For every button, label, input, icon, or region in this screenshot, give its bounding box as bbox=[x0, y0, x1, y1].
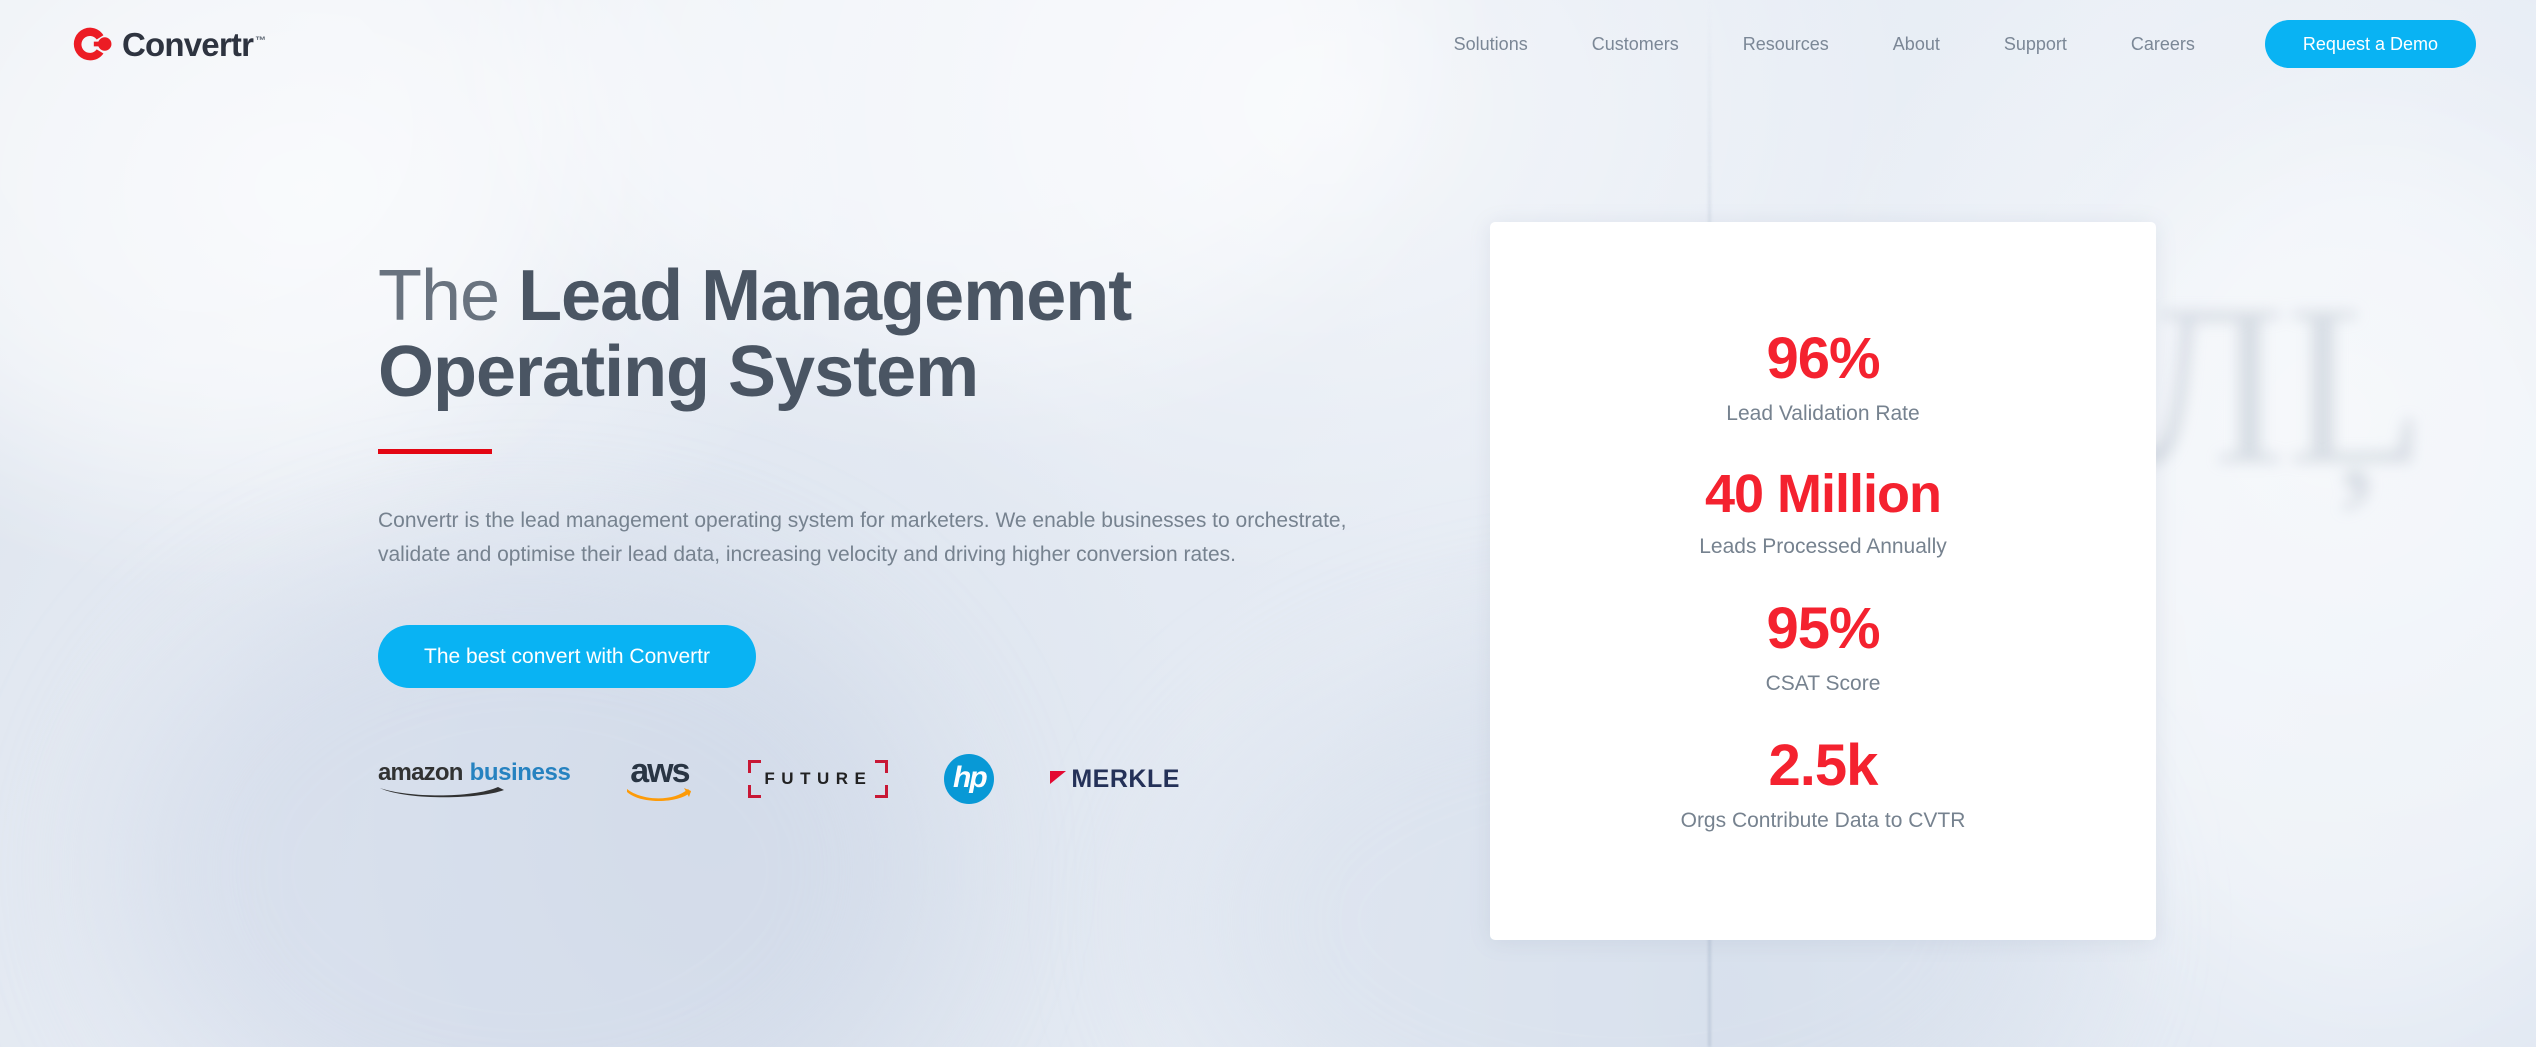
convertr-c-mark-icon bbox=[72, 24, 112, 64]
future-corner-tl-icon bbox=[748, 760, 761, 773]
stat-label: Orgs Contribute Data to CVTR bbox=[1490, 809, 2156, 833]
stat-value: 40 Million bbox=[1490, 466, 2156, 523]
hero-description: Convertr is the lead management operatin… bbox=[378, 504, 1383, 574]
aws-smile-icon bbox=[626, 786, 692, 803]
stats-card: 96% Lead Validation Rate 40 Million Lead… bbox=[1490, 222, 2156, 940]
merkle-wordmark: MERKLE bbox=[1071, 765, 1180, 794]
nav-item-resources[interactable]: Resources bbox=[1711, 35, 1861, 53]
hero-cta-button[interactable]: The best convert with Convertr bbox=[378, 625, 756, 688]
client-logo-amazon-business: amazon business bbox=[378, 761, 570, 798]
stat-item-leads-processed: 40 Million Leads Processed Annually bbox=[1490, 446, 2156, 579]
hp-wordmark: hp bbox=[953, 763, 986, 793]
trademark-symbol: ™ bbox=[255, 35, 266, 47]
future-corner-br-icon bbox=[875, 785, 888, 798]
hero-page: ЛĻ Convertr™ Solutions Customers Resourc… bbox=[0, 0, 2536, 1047]
amazon-smile-icon bbox=[378, 785, 506, 798]
business-wordmark: business bbox=[470, 761, 571, 785]
nav-item-careers[interactable]: Careers bbox=[2099, 35, 2227, 53]
stat-label: Leads Processed Annually bbox=[1490, 535, 2156, 559]
client-logo-aws: aws bbox=[626, 756, 692, 804]
page-title: The Lead Management Operating System bbox=[378, 258, 1438, 411]
headline-thin-part: The bbox=[378, 256, 518, 336]
future-corner-tr-icon bbox=[875, 760, 888, 773]
primary-nav: Solutions Customers Resources About Supp… bbox=[1454, 20, 2476, 68]
stat-value: 96% bbox=[1490, 329, 2156, 390]
request-demo-button[interactable]: Request a Demo bbox=[2265, 20, 2476, 68]
nav-item-solutions[interactable]: Solutions bbox=[1454, 35, 1560, 53]
client-logo-future: FUTURE bbox=[748, 760, 888, 798]
amazon-wordmark: amazon bbox=[378, 761, 463, 785]
aws-wordmark: aws bbox=[630, 756, 688, 787]
client-logo-merkle: MERKLE bbox=[1050, 765, 1180, 794]
stat-item-orgs-contribute: 2.5k Orgs Contribute Data to CVTR bbox=[1490, 716, 2156, 853]
site-header: Convertr™ Solutions Customers Resources … bbox=[0, 0, 2536, 88]
nav-item-about[interactable]: About bbox=[1861, 35, 1972, 53]
hp-circle-icon: hp bbox=[944, 754, 994, 804]
headline-bold-part-1: Lead Management bbox=[518, 256, 1131, 336]
stat-label: Lead Validation Rate bbox=[1490, 402, 2156, 426]
stat-item-csat-score: 95% CSAT Score bbox=[1490, 579, 2156, 716]
future-corner-bl-icon bbox=[748, 785, 761, 798]
hero-content: The Lead Management Operating System Con… bbox=[378, 258, 1438, 808]
nav-item-customers[interactable]: Customers bbox=[1560, 35, 1711, 53]
headline-bold-part-2: Operating System bbox=[378, 332, 978, 412]
future-wordmark: FUTURE bbox=[764, 769, 872, 788]
brand-name: Convertr™ bbox=[122, 28, 266, 61]
red-divider-rule bbox=[378, 449, 492, 454]
stat-item-lead-validation-rate: 96% Lead Validation Rate bbox=[1490, 309, 2156, 446]
brand-logo[interactable]: Convertr™ bbox=[72, 24, 266, 64]
merkle-triangle-icon bbox=[1050, 771, 1066, 784]
client-logo-strip: amazon business aws bbox=[378, 750, 1438, 808]
stat-value: 95% bbox=[1490, 599, 2156, 660]
nav-item-support[interactable]: Support bbox=[1972, 35, 2099, 53]
stat-label: CSAT Score bbox=[1490, 672, 2156, 696]
bg-ghost-mark: ЛĻ bbox=[2130, 252, 2426, 517]
stat-value: 2.5k bbox=[1490, 736, 2156, 797]
client-logo-hp: hp bbox=[944, 754, 994, 804]
